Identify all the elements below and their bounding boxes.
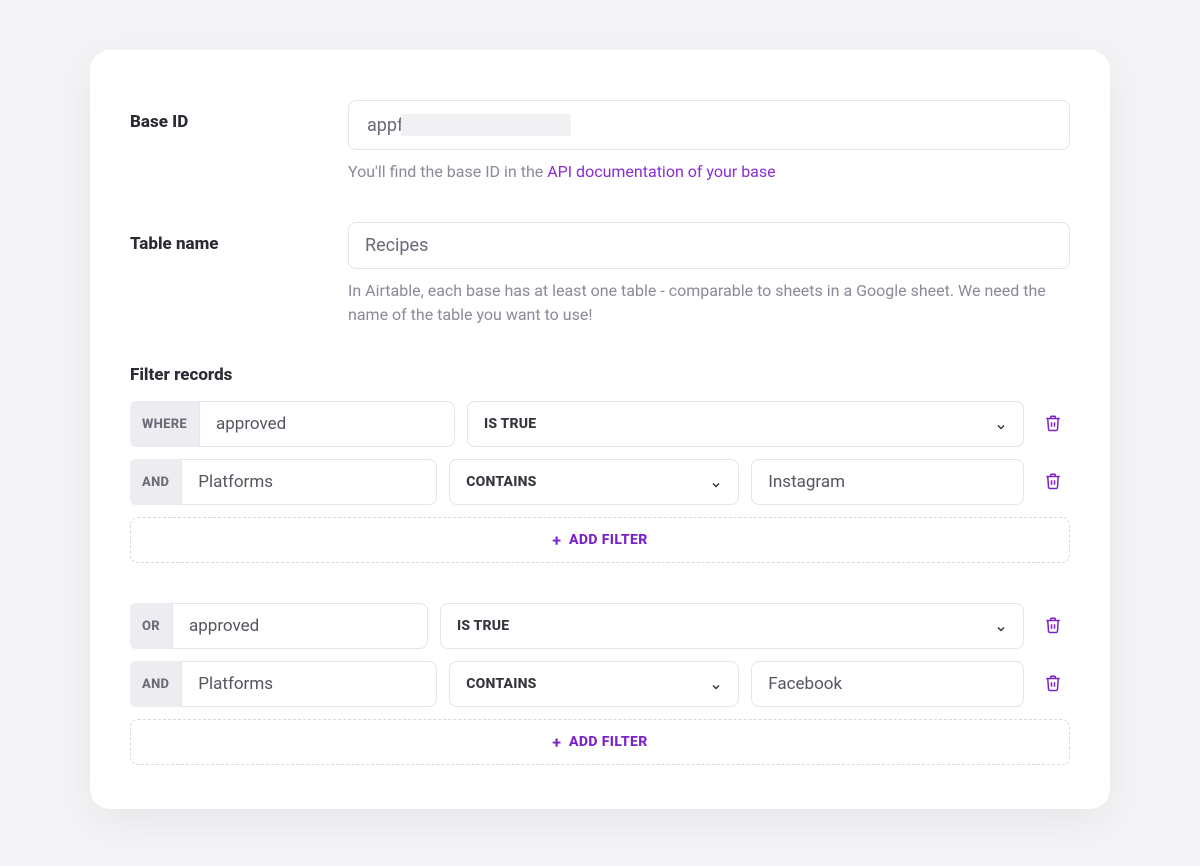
filter-op-badge: AND [130,661,181,707]
delete-filter-button[interactable] [1036,603,1070,649]
chevron-down-icon [995,620,1007,632]
base-id-help: You'll find the base ID in the API docum… [348,160,1070,184]
delete-filter-button[interactable] [1036,661,1070,707]
filter-field-input[interactable] [172,603,428,649]
add-filter-label: ADD FILTER [569,532,648,548]
table-name-row: Table name In Airtable, each base has at… [130,222,1070,327]
filter-condition-select[interactable]: CONTAINS [449,661,739,707]
filter-row: AND CONTAINS [130,661,1070,707]
filter-op-badge: WHERE [130,401,199,447]
table-name-input[interactable] [348,222,1070,269]
filter-field-input[interactable] [181,459,437,505]
table-name-help: In Airtable, each base has at least one … [348,279,1070,327]
filter-condition-text: CONTAINS [466,474,536,490]
add-filter-button[interactable]: + ADD FILTER [130,719,1070,765]
filter-field-input[interactable] [181,661,437,707]
filter-row: AND CONTAINS [130,459,1070,505]
filter-condition-text: IS TRUE [457,618,509,634]
add-filter-label: ADD FILTER [569,734,648,750]
filter-condition-select[interactable]: IS TRUE [467,401,1024,447]
filter-records-title: Filter records [130,365,1070,385]
base-id-masked [401,114,571,136]
plus-icon: + [552,531,561,550]
filter-op-badge: AND [130,459,181,505]
config-card: Base ID appf You'll find the base ID in … [90,50,1110,809]
trash-icon [1044,616,1062,637]
base-id-row: Base ID appf You'll find the base ID in … [130,100,1070,184]
filter-row: OR IS TRUE [130,603,1070,649]
delete-filter-button[interactable] [1036,401,1070,447]
base-id-label: Base ID [130,100,348,132]
filter-condition-select[interactable]: CONTAINS [449,459,739,505]
filter-row: WHERE IS TRUE [130,401,1070,447]
filter-field-input[interactable] [199,401,455,447]
filter-condition-text: IS TRUE [484,416,536,432]
add-filter-button[interactable]: + ADD FILTER [130,517,1070,563]
filter-op-badge: OR [130,603,172,649]
plus-icon: + [552,733,561,752]
base-id-value-prefix: appf [365,115,403,136]
trash-icon [1044,414,1062,435]
trash-icon [1044,472,1062,493]
filter-condition-text: CONTAINS [466,676,536,692]
filter-group: OR IS TRUE AND CONTAINS [130,603,1070,765]
chevron-down-icon [710,678,722,690]
table-name-label: Table name [130,222,348,254]
base-id-help-text: You'll find the base ID in the [348,162,547,181]
delete-filter-button[interactable] [1036,459,1070,505]
chevron-down-icon [995,418,1007,430]
filter-value-input[interactable] [751,459,1024,505]
base-id-input[interactable]: appf [348,100,1070,150]
api-doc-link[interactable]: API documentation of your base [547,162,775,181]
filter-value-input[interactable] [751,661,1024,707]
trash-icon [1044,674,1062,695]
filter-group: WHERE IS TRUE AND CONTAINS [130,401,1070,563]
chevron-down-icon [710,476,722,488]
filter-condition-select[interactable]: IS TRUE [440,603,1024,649]
